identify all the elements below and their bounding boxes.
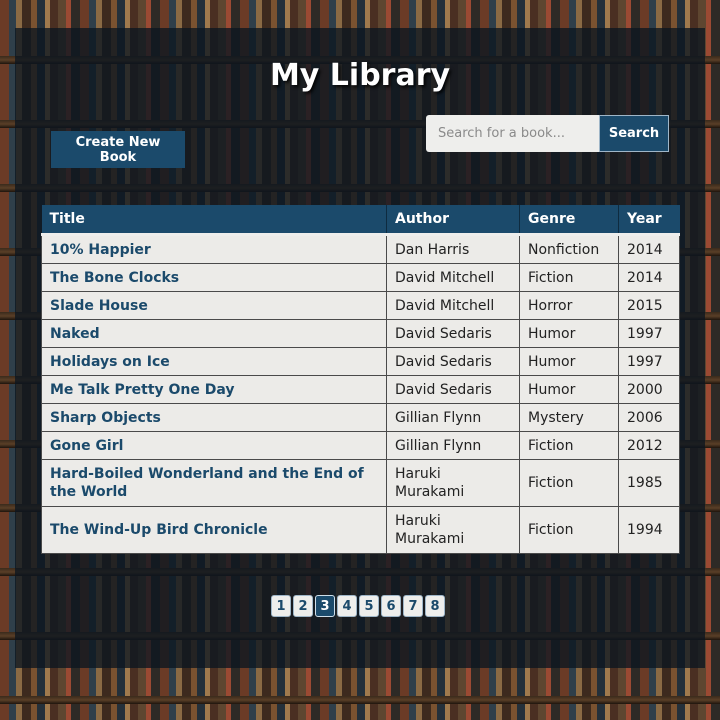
book-genre: Humor — [519, 375, 619, 404]
book-title-link[interactable]: Hard-Boiled Wonderland and the End of th… — [41, 459, 387, 507]
table-row: The Bone Clocks David Mitchell Fiction 2… — [41, 263, 680, 292]
books-table: Title Author Genre Year 10% Happier Dan … — [41, 205, 680, 554]
page-button-7[interactable]: 7 — [403, 595, 423, 617]
table-row: Slade House David Mitchell Horror 2015 — [41, 291, 680, 320]
column-header-author[interactable]: Author — [386, 205, 520, 236]
book-author: Haruki Murakami — [386, 506, 520, 554]
book-author: Haruki Murakami — [386, 459, 520, 507]
book-genre: Mystery — [519, 403, 619, 432]
table-row: Sharp Objects Gillian Flynn Mystery 2006 — [41, 403, 680, 432]
table-row: 10% Happier Dan Harris Nonfiction 2014 — [41, 234, 680, 264]
book-genre: Nonfiction — [519, 234, 619, 264]
book-author: Gillian Flynn — [386, 431, 520, 460]
book-genre: Humor — [519, 347, 619, 376]
book-year: 1994 — [618, 506, 680, 554]
book-year: 1997 — [618, 347, 680, 376]
table-row: Holidays on Ice David Sedaris Humor 1997 — [41, 347, 680, 376]
table-header-row: Title Author Genre Year — [41, 205, 680, 236]
book-genre: Fiction — [519, 506, 619, 554]
book-title-link[interactable]: Holidays on Ice — [41, 347, 387, 376]
book-genre: Fiction — [519, 431, 619, 460]
search-input[interactable] — [426, 115, 599, 152]
table-row: The Wind-Up Bird Chronicle Haruki Muraka… — [41, 506, 680, 554]
book-genre: Humor — [519, 319, 619, 348]
book-author: David Mitchell — [386, 291, 520, 320]
book-year: 1985 — [618, 459, 680, 507]
page-button-5[interactable]: 5 — [359, 595, 379, 617]
book-author: David Sedaris — [386, 319, 520, 348]
column-header-title[interactable]: Title — [41, 205, 387, 236]
book-title-link[interactable]: Naked — [41, 319, 387, 348]
page-button-2[interactable]: 2 — [293, 595, 313, 617]
book-year: 1997 — [618, 319, 680, 348]
book-title-link[interactable]: Me Talk Pretty One Day — [41, 375, 387, 404]
page-button-6[interactable]: 6 — [381, 595, 401, 617]
book-author: David Mitchell — [386, 263, 520, 292]
book-title-link[interactable]: Sharp Objects — [41, 403, 387, 432]
book-year: 2006 — [618, 403, 680, 432]
book-title-link[interactable]: Gone Girl — [41, 431, 387, 460]
book-genre: Fiction — [519, 459, 619, 507]
book-author: David Sedaris — [386, 375, 520, 404]
page-button-3-current[interactable]: 3 — [315, 595, 335, 617]
book-title-link[interactable]: 10% Happier — [41, 234, 387, 264]
book-author: Dan Harris — [386, 234, 520, 264]
page-button-4[interactable]: 4 — [337, 595, 357, 617]
pagination: 1 2 3 4 5 6 7 8 — [271, 595, 445, 617]
book-title-link[interactable]: Slade House — [41, 291, 387, 320]
column-header-genre[interactable]: Genre — [519, 205, 619, 236]
column-header-year[interactable]: Year — [618, 205, 680, 236]
page-button-1[interactable]: 1 — [271, 595, 291, 617]
table-row: Naked David Sedaris Humor 1997 — [41, 319, 680, 348]
book-year: 2014 — [618, 234, 680, 264]
book-genre: Horror — [519, 291, 619, 320]
book-author: Gillian Flynn — [386, 403, 520, 432]
table-row: Me Talk Pretty One Day David Sedaris Hum… — [41, 375, 680, 404]
book-author: David Sedaris — [386, 347, 520, 376]
book-title-link[interactable]: The Wind-Up Bird Chronicle — [41, 506, 387, 554]
book-year: 2012 — [618, 431, 680, 460]
book-year: 2000 — [618, 375, 680, 404]
table-row: Hard-Boiled Wonderland and the End of th… — [41, 459, 680, 507]
page-title: My Library — [269, 58, 451, 93]
create-new-book-button[interactable]: Create New Book — [51, 131, 185, 168]
book-title-link[interactable]: The Bone Clocks — [41, 263, 387, 292]
book-genre: Fiction — [519, 263, 619, 292]
book-year: 2015 — [618, 291, 680, 320]
table-row: Gone Girl Gillian Flynn Fiction 2012 — [41, 431, 680, 460]
book-year: 2014 — [618, 263, 680, 292]
page-button-8[interactable]: 8 — [425, 595, 445, 617]
search-button[interactable]: Search — [599, 115, 669, 152]
